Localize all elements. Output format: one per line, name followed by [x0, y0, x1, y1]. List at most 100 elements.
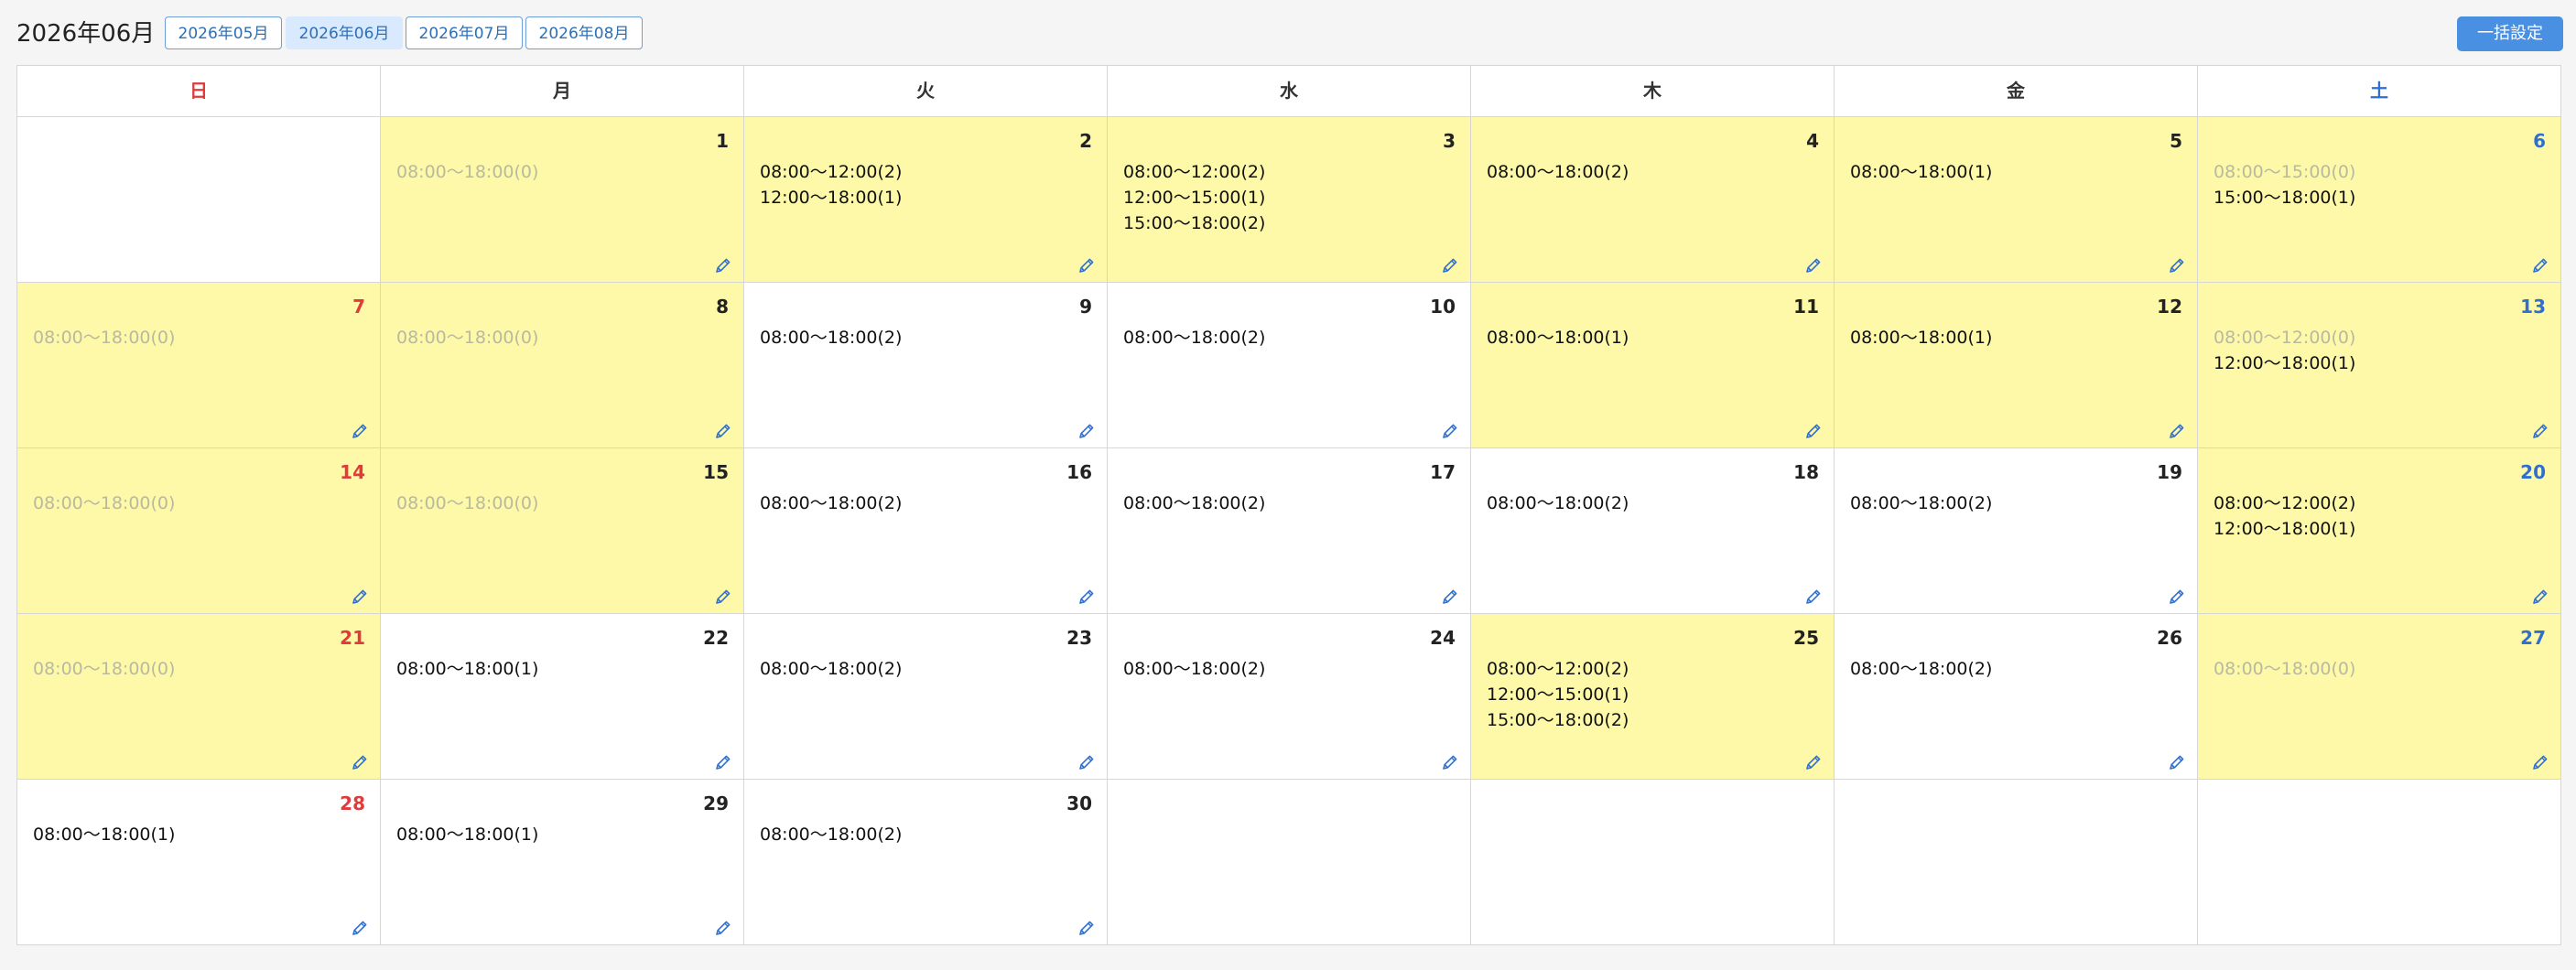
pencil-icon[interactable] [351, 587, 369, 606]
weekday-tuesday: 火 [744, 66, 1108, 116]
pencil-icon[interactable] [714, 753, 732, 771]
day-number: 24 [1430, 627, 1456, 649]
month-button-2026-08[interactable]: 2026年08月 [525, 16, 643, 49]
empty-day-cell [1835, 780, 2198, 944]
time-slot: 08:00〜18:00(0) [33, 659, 176, 679]
pencil-icon[interactable] [351, 753, 369, 771]
time-slot: 08:00〜12:00(0) [2213, 328, 2356, 348]
time-slot-list: 08:00〜18:00(2) [1850, 656, 2188, 682]
weekday-header: 日 月 火 水 木 金 土 [17, 66, 2560, 117]
day-number: 15 [703, 461, 729, 483]
time-slot: 08:00〜18:00(0) [396, 328, 539, 348]
pencil-icon[interactable] [714, 422, 732, 440]
day-number: 28 [340, 792, 365, 814]
day-cell-29: 29 08:00〜18:00(1) [381, 780, 744, 944]
pencil-icon[interactable] [1077, 753, 1096, 771]
pencil-icon[interactable] [2531, 587, 2549, 606]
pencil-icon[interactable] [351, 422, 369, 440]
pencil-icon[interactable] [1077, 919, 1096, 937]
time-slot: 08:00〜12:00(2) [2213, 493, 2356, 513]
time-slot-list: 08:00〜18:00(2) [1487, 159, 1824, 185]
day-number: 23 [1066, 627, 1092, 649]
day-number: 1 [716, 130, 729, 152]
time-slot: 08:00〜15:00(0) [2213, 162, 2356, 182]
day-number: 30 [1066, 792, 1092, 814]
pencil-icon[interactable] [2168, 587, 2186, 606]
day-cell-8: 8 08:00〜18:00(0) [381, 283, 744, 447]
empty-day-cell [1108, 780, 1471, 944]
pencil-icon[interactable] [1441, 256, 1459, 275]
day-number: 6 [2533, 130, 2546, 152]
pencil-icon[interactable] [1077, 256, 1096, 275]
time-slot-list: 08:00〜12:00(2) 12:00〜15:00(1) 15:00〜18:00(… [1123, 159, 1461, 236]
page-title: 2026年06月 [16, 20, 156, 48]
calendar-week-row: 21 08:00〜18:00(0) 22 08:00〜18:00(1) 23 08:00〜… [17, 614, 2560, 780]
day-cell-18: 18 08:00〜18:00(2) [1471, 448, 1835, 613]
time-slot-list: 08:00〜18:00(0) [396, 159, 734, 185]
day-cell-14: 14 08:00〜18:00(0) [17, 448, 381, 613]
day-number: 29 [703, 792, 729, 814]
pencil-icon[interactable] [1077, 422, 1096, 440]
pencil-icon[interactable] [2531, 256, 2549, 275]
pencil-icon[interactable] [1804, 587, 1823, 606]
pencil-icon[interactable] [714, 919, 732, 937]
time-slot-list: 08:00〜18:00(2) [760, 656, 1098, 682]
calendar-week-row: 7 08:00〜18:00(0) 8 08:00〜18:00(0) 9 08:00〜18:… [17, 283, 2560, 448]
weekday-thursday: 木 [1471, 66, 1835, 116]
day-cell-20: 20 08:00〜12:00(2) 12:00〜18:00(1) [2198, 448, 2560, 613]
time-slot: 08:00〜12:00(2) [1487, 659, 1629, 679]
time-slot-list: 08:00〜18:00(0) [33, 490, 371, 516]
time-slot-list: 08:00〜18:00(2) [1123, 325, 1461, 350]
pencil-icon[interactable] [1441, 587, 1459, 606]
weekday-wednesday: 水 [1108, 66, 1471, 116]
pencil-icon[interactable] [351, 919, 369, 937]
pencil-icon[interactable] [1077, 587, 1096, 606]
month-calendar: 日 月 火 水 木 金 土 1 08:00〜18:00(0) 2 08:00〜12:0… [16, 65, 2561, 945]
time-slot: 08:00〜18:00(2) [1487, 162, 1629, 182]
pencil-icon[interactable] [714, 587, 732, 606]
weekday-friday: 金 [1835, 66, 2198, 116]
pencil-icon[interactable] [714, 256, 732, 275]
pencil-icon[interactable] [2168, 256, 2186, 275]
day-cell-7: 7 08:00〜18:00(0) [17, 283, 381, 447]
time-slot-list: 08:00〜15:00(0) 15:00〜18:00(1) [2213, 159, 2551, 210]
pencil-icon[interactable] [2168, 422, 2186, 440]
day-cell-26: 26 08:00〜18:00(2) [1835, 614, 2198, 779]
pencil-icon[interactable] [1441, 422, 1459, 440]
day-cell-10: 10 08:00〜18:00(2) [1108, 283, 1471, 447]
day-number: 19 [2157, 461, 2182, 483]
time-slot-list: 08:00〜18:00(0) [396, 490, 734, 516]
day-number: 17 [1430, 461, 1456, 483]
month-button-2026-07[interactable]: 2026年07月 [406, 16, 523, 49]
pencil-icon[interactable] [2531, 753, 2549, 771]
time-slot: 08:00〜18:00(0) [33, 493, 176, 513]
pencil-icon[interactable] [2531, 422, 2549, 440]
day-cell-15: 15 08:00〜18:00(0) [381, 448, 744, 613]
time-slot: 08:00〜18:00(1) [33, 824, 176, 845]
weekday-saturday: 土 [2370, 80, 2388, 102]
pencil-icon[interactable] [1804, 422, 1823, 440]
time-slot-list: 08:00〜12:00(2) 12:00〜15:00(1) 15:00〜18:00(… [1487, 656, 1824, 733]
day-cell-28: 28 08:00〜18:00(1) [17, 780, 381, 944]
time-slot: 08:00〜18:00(2) [760, 328, 903, 348]
pencil-icon[interactable] [1441, 753, 1459, 771]
pencil-icon[interactable] [2168, 753, 2186, 771]
time-slot-list: 08:00〜12:00(2) 12:00〜18:00(1) [760, 159, 1098, 210]
day-number: 2 [1079, 130, 1092, 152]
time-slot: 08:00〜18:00(2) [1123, 659, 1266, 679]
day-number: 16 [1066, 461, 1092, 483]
day-cell-22: 22 08:00〜18:00(1) [381, 614, 744, 779]
empty-day-cell [17, 117, 381, 282]
day-number: 5 [2170, 130, 2182, 152]
pencil-icon[interactable] [1804, 256, 1823, 275]
time-slot-list: 08:00〜18:00(2) [760, 490, 1098, 516]
month-button-2026-06[interactable]: 2026年06月 [286, 16, 403, 49]
day-number: 14 [340, 461, 365, 483]
bulk-settings-button[interactable]: 一括設定 [2457, 16, 2563, 51]
time-slot: 08:00〜18:00(2) [760, 493, 903, 513]
pencil-icon[interactable] [1804, 753, 1823, 771]
time-slot-list: 08:00〜18:00(1) [396, 822, 734, 847]
month-button-2026-05[interactable]: 2026年05月 [165, 16, 282, 49]
calendar-grid: 1 08:00〜18:00(0) 2 08:00〜12:00(2) 12:00〜18:0… [17, 117, 2560, 944]
day-number: 11 [1793, 296, 1819, 318]
